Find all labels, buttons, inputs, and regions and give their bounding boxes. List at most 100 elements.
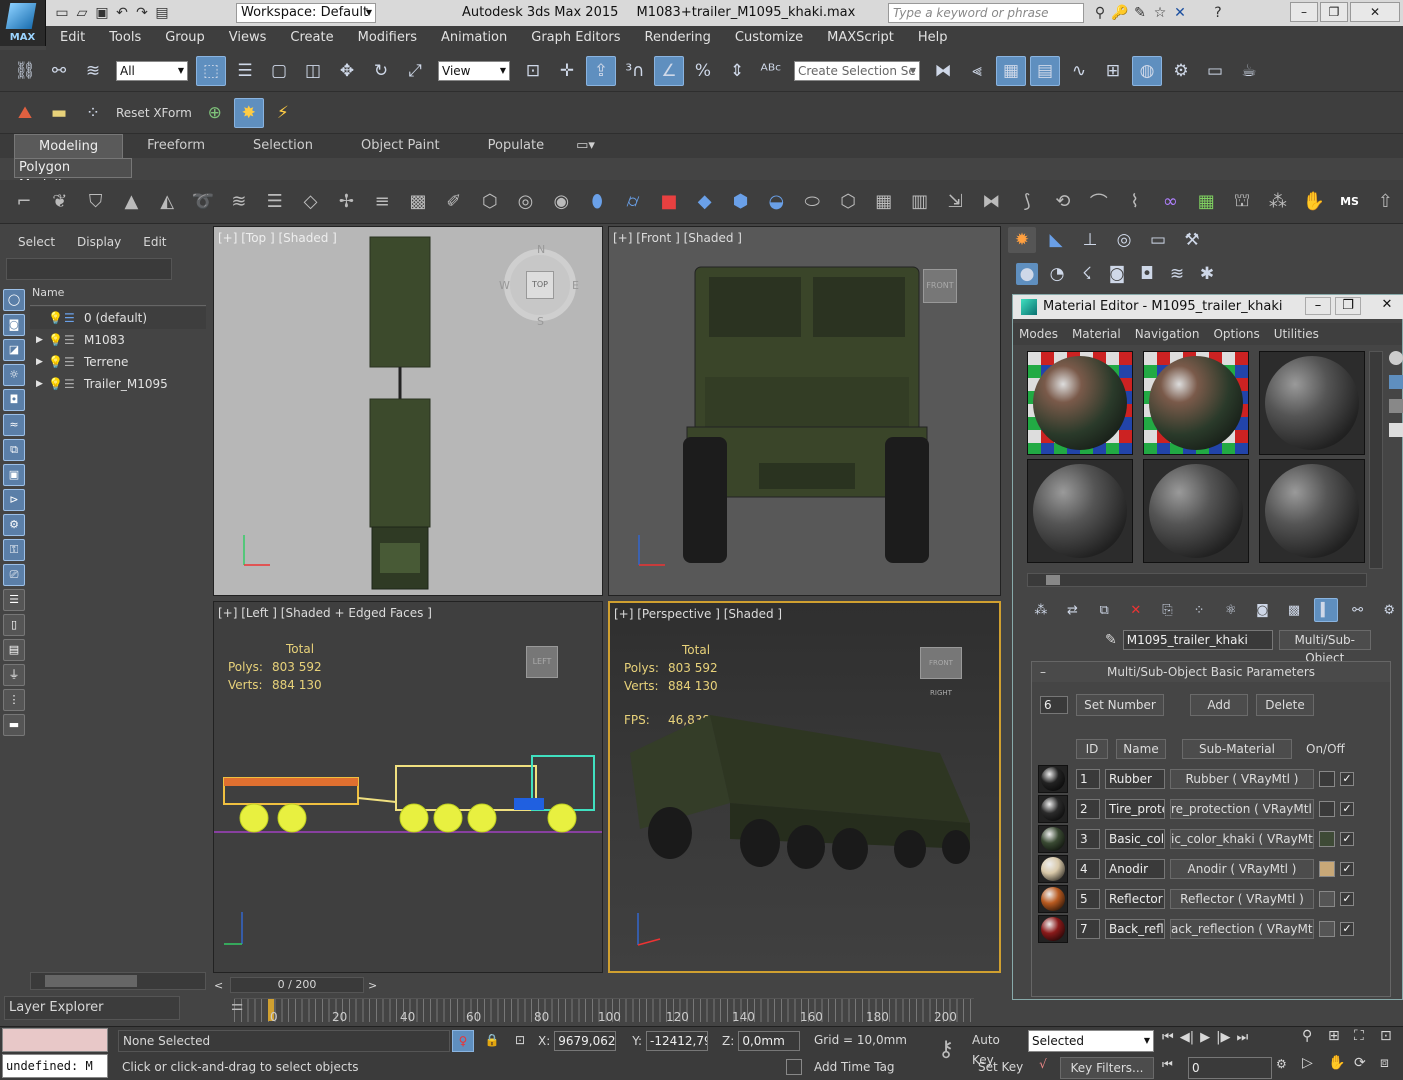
display-cameras-icon[interactable]: ◘	[3, 389, 25, 411]
toggle-layer-explorer-icon[interactable]: ▤	[1030, 55, 1060, 86]
sub-material-on-checkbox[interactable]: ✓	[1340, 772, 1354, 786]
terrain-icon[interactable]: ⛫	[1224, 184, 1260, 220]
zoom-all-icon[interactable]: ⊞	[1328, 1028, 1352, 1053]
mirror-tool-icon[interactable]: ⧓	[973, 184, 1009, 220]
snaps-toggle-icon[interactable]: ³∩	[620, 56, 650, 86]
helpers-icon[interactable]: ◘	[1136, 263, 1158, 285]
maxscript-listener-input[interactable]: undefined: M	[2, 1054, 108, 1078]
percent-snap-icon[interactable]: %	[688, 56, 718, 86]
absolute-mode-icon[interactable]: ⊡	[510, 1030, 530, 1052]
add-time-tag-button[interactable]: Add Time Tag	[810, 1057, 920, 1079]
measure-icon[interactable]: ▬	[44, 98, 74, 128]
eyedropper-icon[interactable]: ✎	[1105, 632, 1117, 648]
display-geometry-icon[interactable]: ◙	[3, 314, 25, 336]
spring-icon[interactable]: ≋	[221, 184, 257, 220]
tab-freeform[interactable]: Freeform	[123, 134, 229, 158]
time-tag-icon[interactable]	[786, 1059, 802, 1075]
delete-button[interactable]: Delete	[1256, 694, 1314, 716]
menu-customize[interactable]: Customize	[723, 26, 815, 50]
explorer-search-input[interactable]	[6, 258, 172, 280]
zoom-extents-all-icon[interactable]: ⊡	[1380, 1028, 1403, 1053]
create-tab-icon[interactable]: ✹	[1008, 227, 1036, 253]
time-configuration-icon[interactable]: ⚙	[1276, 1057, 1296, 1079]
menu-group[interactable]: Group	[153, 26, 217, 50]
close-button[interactable]: ✕	[1350, 2, 1400, 22]
layer-row[interactable]: ▶ 💡 ☰ Trailer_M1095	[30, 373, 206, 395]
star-burst-icon[interactable]: ✸	[233, 97, 264, 128]
viewport-perspective[interactable]: [+] [Perspective ] [Shaded ] Total Polys…	[608, 601, 1001, 973]
set-key-key-icon[interactable]: ⚷	[930, 1037, 962, 1069]
assign-to-selection-icon[interactable]: ⧉	[1092, 598, 1116, 622]
slots-horizontal-scrollbar[interactable]	[1027, 573, 1367, 587]
hierarchy-tab-icon[interactable]: ⊥	[1076, 227, 1104, 253]
next-frame-arrow-icon[interactable]: >	[364, 979, 380, 992]
search-input[interactable]: Type a keyword or phrase	[888, 3, 1084, 23]
sub-material-on-checkbox[interactable]: ✓	[1340, 922, 1354, 936]
list-view-icon[interactable]: ☰	[3, 589, 25, 611]
sub-material-preview[interactable]	[1038, 765, 1068, 793]
field-of-view-icon[interactable]: ▷	[1302, 1055, 1326, 1080]
menu-animation[interactable]: Animation	[429, 26, 519, 50]
sub-material-name[interactable]: Reflector	[1105, 889, 1165, 909]
display-xrefs-icon[interactable]: ⊳	[3, 489, 25, 511]
rendered-frame-window-icon[interactable]: ▭	[1200, 56, 1230, 86]
put-to-library-icon[interactable]: ⚛	[1219, 598, 1243, 622]
box-icon[interactable]: ◆	[687, 184, 723, 220]
material-name-field[interactable]: M1095_trailer_khaki	[1122, 630, 1273, 650]
key-mode-dropdown[interactable]: Selected	[1028, 1030, 1154, 1052]
curve-editor-icon[interactable]: ∿	[1064, 56, 1094, 86]
header-sub-material[interactable]: Sub-Material	[1182, 739, 1292, 759]
reference-coordinate-dropdown[interactable]: View	[438, 60, 510, 81]
new-file-icon[interactable]: ▭	[52, 3, 72, 23]
viewport-top[interactable]: [+] [Top ] [Shaded ] TOP N S E W	[213, 226, 603, 596]
sub-material-color-swatch[interactable]	[1319, 861, 1335, 877]
xform-icon[interactable]: ⁘	[78, 98, 108, 128]
sub-material-id[interactable]: 2	[1076, 799, 1100, 819]
show-map-icon[interactable]: ▩	[1282, 598, 1306, 622]
material-editor-titlebar[interactable]: Material Editor - M1095_trailer_khaki – …	[1013, 295, 1403, 319]
lights-icon[interactable]: ☇	[1076, 263, 1098, 285]
sync-icon[interactable]: ▬	[3, 714, 25, 736]
sub-material-preview[interactable]	[1038, 795, 1068, 823]
sub-material-id[interactable]: 7	[1076, 919, 1100, 939]
plane-red-icon[interactable]: ■	[651, 184, 687, 220]
particles-icon[interactable]: ⁂	[1260, 184, 1296, 220]
toggle-scene-explorer-icon[interactable]: ▦	[996, 55, 1026, 86]
rollout-header[interactable]: – Multi/Sub-Object Basic Parameters	[1032, 662, 1390, 682]
menu-maxscript[interactable]: MAXScript	[815, 26, 906, 50]
go-to-end-icon[interactable]: ⏭	[1236, 1030, 1248, 1045]
layer-row[interactable]: 💡 ☰ 0 (default)	[30, 307, 206, 329]
layers-icon[interactable]: ≡	[364, 184, 400, 220]
sub-material-name[interactable]: Anodir	[1105, 859, 1165, 879]
sub-material-button[interactable]: ack_reflection ( VRayMtl )	[1170, 919, 1314, 939]
material-editor-icon[interactable]: ◍	[1132, 55, 1162, 86]
filter-options-icon[interactable]: ⋮	[3, 689, 25, 711]
tab-modeling[interactable]: Modeling	[14, 133, 124, 159]
disc-icon[interactable]: ⬭	[794, 184, 830, 220]
box-outline-icon[interactable]: ◇	[293, 184, 329, 220]
go-to-parent-icon[interactable]: ⚯	[1346, 598, 1370, 622]
leaf-icon[interactable]: ❦	[42, 184, 78, 220]
utilities-tab-icon[interactable]: ⚒	[1178, 227, 1206, 253]
time-slider[interactable]: < 0 / 200 >	[214, 976, 384, 994]
affect-pivot-icon[interactable]: ⛰	[10, 98, 40, 128]
viewport-front[interactable]: [+] [Front ] [Shaded ] FRONT	[608, 226, 1001, 596]
put-to-scene-icon[interactable]: ⇄	[1061, 598, 1085, 622]
get-material-icon[interactable]: ⁂	[1029, 598, 1053, 622]
sub-material-preview[interactable]	[1038, 915, 1068, 943]
bind-spacewarp-icon[interactable]: ≋	[78, 56, 108, 86]
stack-icon[interactable]: ☰	[257, 184, 293, 220]
sub-material-button[interactable]: Rubber ( VRayMtl )	[1170, 769, 1314, 789]
shapes-icon[interactable]: ◔	[1046, 263, 1068, 285]
expand-arrow-icon[interactable]: ▶	[30, 329, 48, 351]
uv-tiling-icon[interactable]	[1389, 423, 1403, 437]
next-frame-icon[interactable]: |▶	[1216, 1030, 1230, 1045]
render-setup-icon[interactable]: ⚙	[1166, 56, 1196, 86]
sub-material-id[interactable]: 4	[1076, 859, 1100, 879]
sub-material-preview[interactable]	[1038, 855, 1068, 883]
tube-icon[interactable]: ◒	[758, 184, 794, 220]
display-bones-icon[interactable]: ⚙	[3, 514, 25, 536]
spiral-icon[interactable]: ➰	[185, 184, 221, 220]
pivot-center-icon[interactable]: ⊡	[518, 56, 548, 86]
zoom-icon[interactable]: ⚲	[1302, 1028, 1326, 1053]
